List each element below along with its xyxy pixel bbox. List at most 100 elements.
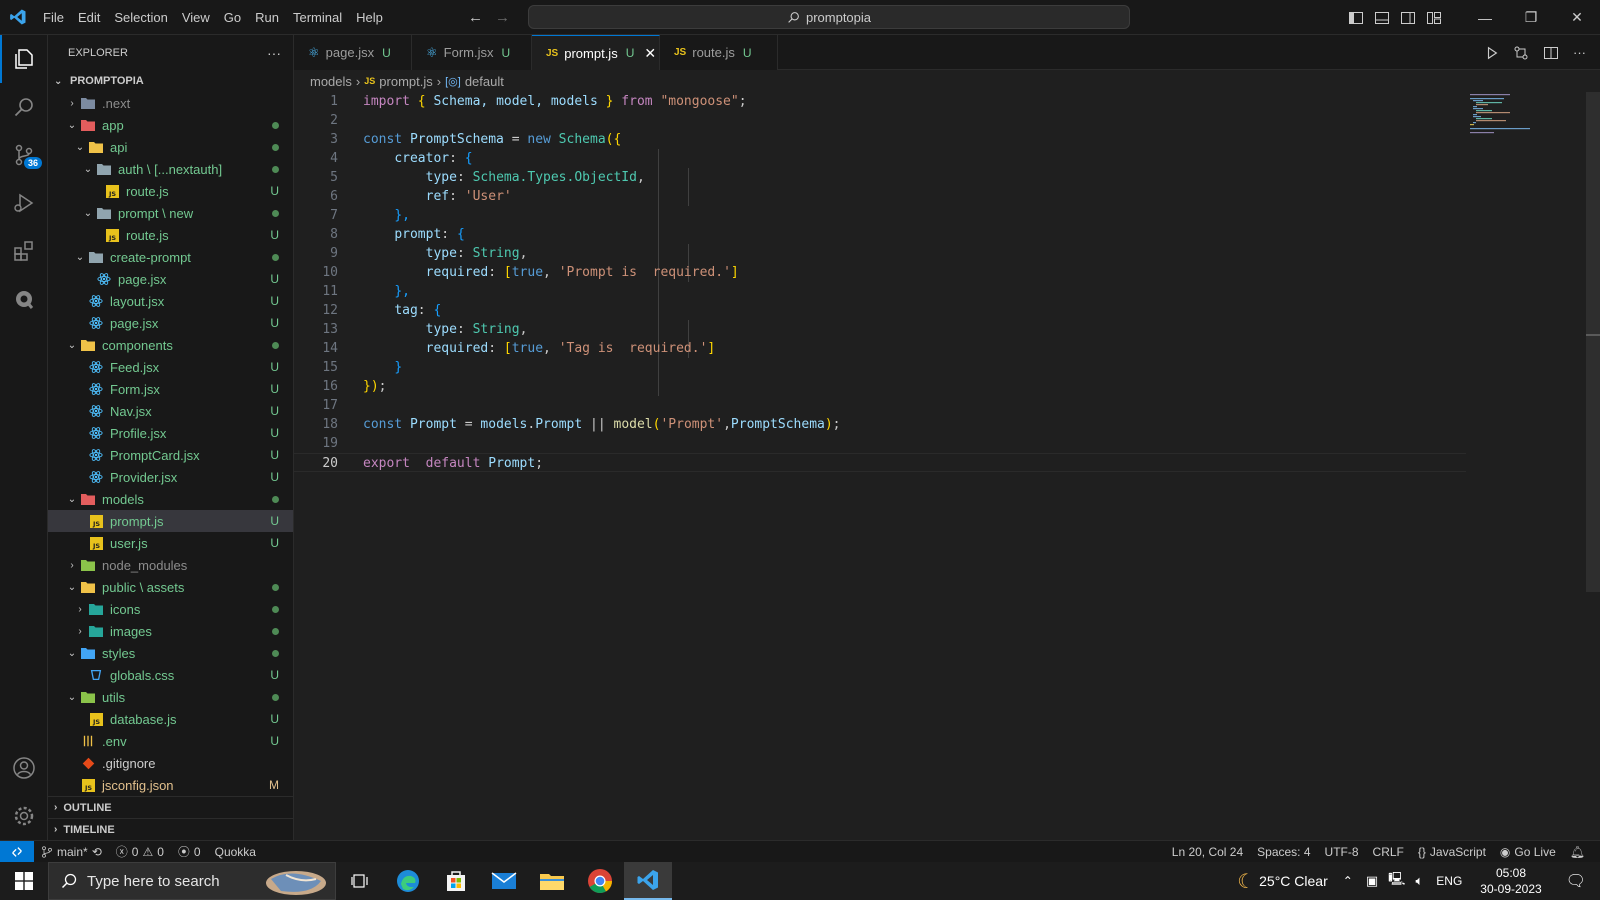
tree-item[interactable]: ⌄ app (48, 114, 293, 136)
breadcrumb-symbol[interactable]: default (465, 74, 504, 89)
indentation[interactable]: Spaces: 4 (1250, 845, 1317, 859)
back-arrow-icon[interactable]: ← (468, 9, 483, 26)
menu-file[interactable]: File (36, 0, 71, 35)
branch-indicator[interactable]: main* ⟲ (34, 845, 109, 859)
quokka-activity[interactable] (0, 275, 48, 323)
tree-item[interactable]: JS prompt.js U (48, 510, 293, 532)
tree-item[interactable]: ⌄ public \ assets (48, 576, 293, 598)
tree-item[interactable]: layout.jsx U (48, 290, 293, 312)
tree-item[interactable]: › node_modules (48, 554, 293, 576)
menu-help[interactable]: Help (349, 0, 390, 35)
tree-item[interactable]: ⌄ prompt \ new (48, 202, 293, 224)
tree-item[interactable]: Provider.jsx U (48, 466, 293, 488)
manage-activity[interactable] (0, 792, 48, 840)
vertical-scrollbar[interactable] (1586, 92, 1600, 592)
tree-item[interactable]: ⌄ auth \ [...nextauth] (48, 158, 293, 180)
project-root[interactable]: ⌄ PROMPTOPIA (48, 70, 293, 92)
command-center[interactable]: promptopia (528, 5, 1130, 29)
ports-indicator[interactable]: ⦿ 0 (171, 843, 208, 860)
tree-item[interactable]: › icons (48, 598, 293, 620)
tree-item[interactable]: JS user.js U (48, 532, 293, 554)
outline-section[interactable]: › OUTLINE (48, 796, 294, 818)
code-editor[interactable]: 1 import { Schema, model, models } from … (294, 92, 1600, 840)
show-hidden-icons-icon[interactable]: ⌃ (1335, 874, 1361, 888)
restore-button[interactable]: ❐ (1508, 0, 1554, 35)
more-actions-icon[interactable]: ··· (267, 45, 281, 61)
tree-item[interactable]: Form.jsx U (48, 378, 293, 400)
notifications-button[interactable]: 🔔︎ (1563, 845, 1592, 859)
compare-changes-icon[interactable] (1513, 45, 1529, 61)
accounts-activity[interactable] (0, 744, 48, 792)
tree-item[interactable]: Profile.jsx U (48, 422, 293, 444)
explorer-activity[interactable] (0, 35, 48, 83)
vscode-taskbar-app[interactable] (624, 862, 672, 900)
tree-item[interactable]: ⌄ models (48, 488, 293, 510)
minimap[interactable] (1470, 92, 1580, 152)
language-mode[interactable]: {} JavaScript (1411, 845, 1493, 859)
edge-taskbar-app[interactable] (384, 862, 432, 900)
tree-item[interactable]: JS jsconfig.json M (48, 774, 293, 796)
clock[interactable]: 05:08 30-09-2023 (1470, 865, 1551, 897)
tree-item[interactable]: JS database.js U (48, 708, 293, 730)
weather-widget[interactable]: ☾ 25°C Clear (1230, 869, 1335, 894)
tree-item[interactable]: JS route.js U (48, 180, 293, 202)
breadcrumb-folder[interactable]: models (310, 74, 352, 89)
run-debug-activity[interactable] (0, 179, 48, 227)
tree-item[interactable]: JS route.js U (48, 224, 293, 246)
network-icon[interactable]: 🖳︎ (1383, 870, 1410, 892)
start-button[interactable] (0, 862, 48, 900)
file-explorer-taskbar-app[interactable] (528, 862, 576, 900)
tree-item[interactable]: ⌄ create-prompt (48, 246, 293, 268)
toggle-primary-sidebar-icon[interactable] (1348, 10, 1364, 26)
customize-layout-icon[interactable] (1426, 10, 1442, 26)
notification-center-icon[interactable]: 🗨︎ (1552, 871, 1600, 891)
more-editor-actions-icon[interactable]: ··· (1573, 45, 1586, 60)
tree-item[interactable]: .gitignore (48, 752, 293, 774)
tab-prompt-js[interactable]: JS prompt.js U ✕ (532, 35, 660, 70)
search-activity[interactable] (0, 83, 48, 131)
menu-edit[interactable]: Edit (71, 0, 107, 35)
breadcrumb-file[interactable]: prompt.js (379, 74, 432, 89)
encoding[interactable]: UTF-8 (1318, 845, 1366, 859)
minimize-button[interactable]: — (1462, 0, 1508, 35)
meet-now-icon[interactable]: ▣ (1361, 873, 1383, 889)
mail-taskbar-app[interactable] (480, 862, 528, 900)
tab-form-jsx[interactable]: ⚛ Form.jsx U (412, 35, 532, 70)
run-icon[interactable] (1485, 46, 1499, 60)
tree-item[interactable]: ⌄ api (48, 136, 293, 158)
go-live-button[interactable]: ◉ Go Live (1493, 845, 1563, 859)
tree-item[interactable]: ⌄ utils (48, 686, 293, 708)
tab-route-js[interactable]: JS route.js U (660, 35, 778, 70)
problems-indicator[interactable]: ⓧ 0 ⚠ 0 (109, 843, 171, 860)
tree-item[interactable]: › images (48, 620, 293, 642)
tree-item[interactable]: .env U (48, 730, 293, 752)
extensions-activity[interactable] (0, 227, 48, 275)
toggle-panel-icon[interactable] (1374, 10, 1390, 26)
timeline-section[interactable]: › TIMELINE (48, 818, 294, 840)
split-editor-icon[interactable] (1543, 45, 1559, 61)
quokka-status[interactable]: Quokka (208, 845, 263, 859)
chrome-taskbar-app[interactable] (576, 862, 624, 900)
tree-item[interactable]: page.jsx U (48, 312, 293, 334)
forward-arrow-icon[interactable]: → (495, 9, 510, 26)
tree-item[interactable]: globals.css U (48, 664, 293, 686)
toggle-secondary-sidebar-icon[interactable] (1400, 10, 1416, 26)
store-taskbar-app[interactable] (432, 862, 480, 900)
tab-page-jsx[interactable]: ⚛ page.jsx U (294, 35, 412, 70)
cursor-position[interactable]: Ln 20, Col 24 (1165, 845, 1250, 859)
close-tab-icon[interactable]: ✕ (644, 45, 656, 62)
menu-terminal[interactable]: Terminal (286, 0, 349, 35)
menu-run[interactable]: Run (248, 0, 286, 35)
menu-selection[interactable]: Selection (107, 0, 174, 35)
tree-item[interactable]: ⌄ components (48, 334, 293, 356)
end-of-line[interactable]: CRLF (1366, 845, 1411, 859)
source-control-activity[interactable]: 36 (0, 131, 48, 179)
menu-view[interactable]: View (175, 0, 217, 35)
tree-item[interactable]: Feed.jsx U (48, 356, 293, 378)
sync-icon[interactable]: ⟲ (92, 845, 102, 859)
close-window-button[interactable]: ✕ (1554, 0, 1600, 35)
tree-item[interactable]: page.jsx U (48, 268, 293, 290)
tree-item[interactable]: PromptCard.jsx U (48, 444, 293, 466)
tree-item[interactable]: Nav.jsx U (48, 400, 293, 422)
input-language[interactable]: ENG (1428, 874, 1470, 888)
